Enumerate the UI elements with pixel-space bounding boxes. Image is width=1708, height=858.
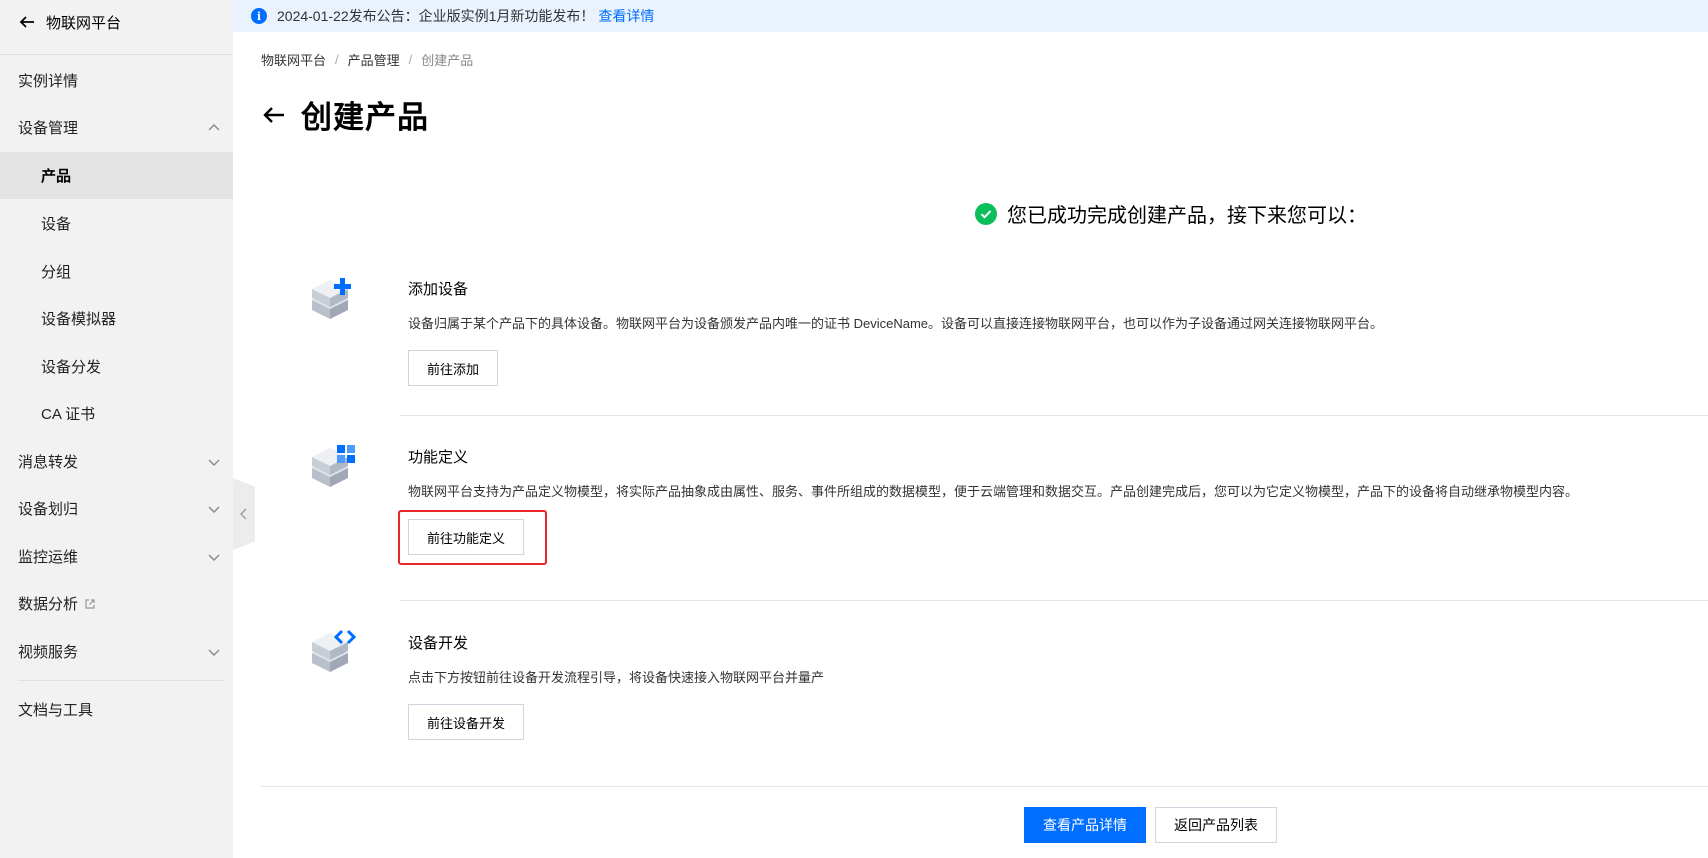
chevron-down-icon — [208, 459, 220, 466]
sidebar-item-device-simulator[interactable]: 设备模拟器 — [0, 295, 233, 342]
sidebar-item-instance-detail[interactable]: 实例详情 — [0, 57, 233, 104]
step-title-device-development: 设备开发 — [408, 635, 469, 652]
sidebar-item-label: 监控运维 — [18, 549, 79, 566]
sidebar-item-label: 消息转发 — [18, 454, 79, 471]
cube-code-icon — [312, 629, 357, 672]
sidebar-item-label: 分组 — [41, 264, 72, 281]
sidebar-item-label: 文档与工具 — [18, 702, 94, 719]
announcement-bar: i 2024-01-22发布公告：企业版实例1月新功能发布！ 查看详情 — [233, 0, 1708, 32]
go-feature-definition-button[interactable]: 前往功能定义 — [408, 519, 525, 555]
sidebar-item-device-management[interactable]: 设备管理 — [0, 104, 233, 151]
chevron-down-icon — [208, 554, 220, 561]
sidebar-item-monitoring-ops[interactable]: 监控运维 — [0, 533, 233, 580]
sidebar-item-video-service[interactable]: 视频服务 — [0, 628, 233, 675]
sidebar-back-header[interactable]: 物联网平台 — [0, 0, 233, 44]
breadcrumb-separator: / — [408, 52, 413, 67]
breadcrumb: 物联网平台 / 产品管理 / 创建产品 — [261, 50, 473, 69]
page-title: 创建产品 — [301, 100, 429, 135]
footer-divider — [261, 786, 1708, 787]
sidebar-item-docs-tools[interactable]: 文档与工具 — [0, 686, 233, 733]
sidebar-item-label: 设备划归 — [18, 501, 79, 518]
check-circle-icon — [975, 202, 997, 225]
info-icon: i — [251, 8, 267, 24]
step-title-feature-definition: 功能定义 — [408, 449, 469, 466]
step-desc-device-development: 点击下方按钮前往设备开发流程引导，将设备快速接入物联网平台并量产 — [408, 670, 825, 685]
sidebar-item-ca-certificate[interactable]: CA 证书 — [0, 390, 233, 437]
success-message: 您已成功完成创建产品，接下来您可以： — [975, 199, 1367, 228]
sidebar-item-label: 设备管理 — [18, 120, 79, 137]
success-text: 您已成功完成创建产品，接下来您可以： — [1007, 205, 1367, 227]
back-to-product-list-button[interactable]: 返回产品列表 — [1155, 807, 1277, 843]
arrow-left-icon — [19, 16, 34, 28]
sidebar-item-label: 设备模拟器 — [41, 311, 117, 328]
section-divider — [400, 600, 1708, 601]
sidebar-collapse-handle[interactable] — [233, 478, 255, 550]
sidebar-item-device[interactable]: 设备 — [0, 200, 233, 247]
back-arrow-icon[interactable] — [261, 102, 287, 128]
breadcrumb-product-management[interactable]: 产品管理 — [348, 50, 400, 69]
sidebar: 物联网平台 实例详情 设备管理 产品 设备 分组 设备模拟器 设备分发 CA 证… — [0, 0, 233, 858]
sidebar-item-device-distribution[interactable]: 设备分发 — [0, 343, 233, 390]
chevron-down-icon — [208, 649, 220, 656]
breadcrumb-iot-platform[interactable]: 物联网平台 — [261, 50, 326, 69]
sidebar-item-product[interactable]: 产品 — [0, 152, 233, 199]
sidebar-item-label: 视频服务 — [18, 644, 79, 661]
sidebar-item-message-forwarding[interactable]: 消息转发 — [0, 438, 233, 485]
view-product-details-button[interactable]: 查看产品详情 — [1024, 807, 1146, 843]
sidebar-divider — [18, 680, 224, 681]
sidebar-header-label: 物联网平台 — [46, 14, 122, 32]
sidebar-item-device-assignment[interactable]: 设备划归 — [0, 485, 233, 532]
go-device-development-button[interactable]: 前往设备开发 — [408, 704, 525, 740]
cube-grid-icon — [312, 445, 355, 487]
sidebar-item-group[interactable]: 分组 — [0, 248, 233, 295]
sidebar-divider — [0, 54, 233, 55]
cube-add-icon — [312, 278, 351, 319]
sidebar-item-label: 实例详情 — [18, 73, 79, 90]
sidebar-item-label: CA 证书 — [41, 406, 96, 423]
step-desc-feature-definition: 物联网平台支持为产品定义物模型，将实际产品抽象成由属性、服务、事件所组成的数据模… — [408, 484, 1579, 499]
step-title-add-device: 添加设备 — [408, 281, 469, 298]
page-header: 创建产品 — [261, 92, 429, 137]
chevron-left-icon — [240, 508, 247, 520]
sidebar-item-label: 数据分析 — [18, 596, 79, 613]
sidebar-item-label: 产品 — [41, 168, 72, 185]
sidebar-item-data-analysis[interactable]: 数据分析 — [0, 580, 233, 627]
chevron-down-icon — [208, 506, 220, 513]
announcement-detail-link[interactable]: 查看详情 — [598, 6, 654, 26]
sidebar-item-label: 设备 — [41, 216, 72, 233]
sidebar-item-label: 设备分发 — [41, 359, 102, 376]
chevron-up-icon — [208, 123, 220, 130]
announcement-text: 2024-01-22发布公告：企业版实例1月新功能发布！ — [277, 8, 595, 24]
section-divider — [400, 415, 1708, 416]
breadcrumb-create-product: 创建产品 — [421, 53, 474, 68]
step-desc-add-device: 设备归属于某个产品下的具体设备。物联网平台为设备颁发产品内唯一的证书 Devic… — [408, 316, 1384, 331]
external-link-icon — [85, 598, 95, 609]
breadcrumb-separator: / — [335, 52, 339, 67]
go-add-device-button[interactable]: 前往添加 — [408, 350, 499, 386]
